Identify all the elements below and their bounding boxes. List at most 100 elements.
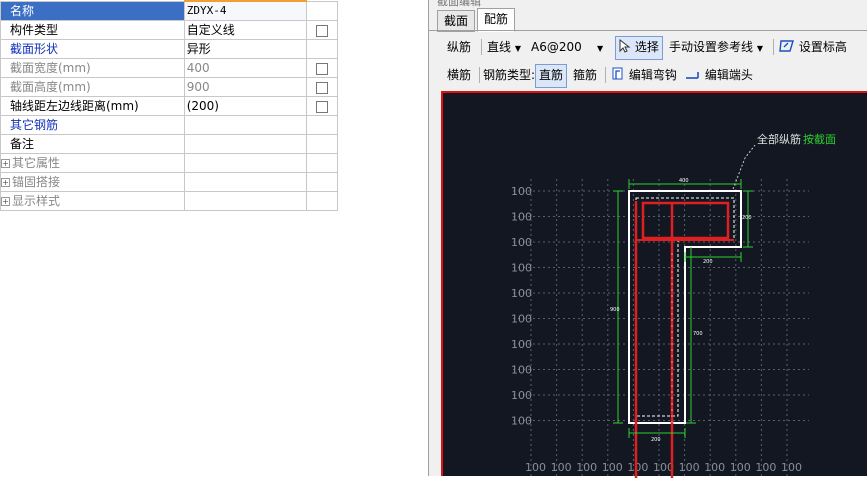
annotation-leader <box>732 144 756 190</box>
prop-label: 截面形状 <box>0 39 185 59</box>
prop-value <box>183 172 307 192</box>
grid-label: 100 <box>602 461 623 474</box>
prop-group-label: 其它属性 <box>12 156 61 170</box>
checkbox[interactable] <box>315 62 328 75</box>
annotation-by-section[interactable]: 按截面 <box>803 132 836 146</box>
tab-rebar[interactable]: 配筋 <box>477 8 516 32</box>
dimension-lines <box>613 179 753 438</box>
grid-label: 100 <box>511 236 532 249</box>
prop-group-label: 锚固搭接 <box>12 175 61 189</box>
prop-value[interactable]: (200) <box>183 96 307 116</box>
prop-value[interactable]: 900 <box>183 77 307 97</box>
cursor-icon <box>619 38 631 53</box>
expand-icon[interactable]: + <box>1 197 10 206</box>
set-elevation-label: 设置标高 <box>798 40 847 54</box>
prop-label: 轴线距左边线距离(mm) <box>0 96 185 116</box>
grid-label: 100 <box>679 461 700 474</box>
longitudinal-label: 纵筋 <box>447 40 472 54</box>
separator <box>481 39 482 55</box>
edit-end-label: 编辑端头 <box>704 68 753 82</box>
grid-label: 100 <box>755 461 776 474</box>
prop-group-display[interactable]: + 显示样式 <box>0 191 339 211</box>
prop-checkbox-cell[interactable] <box>305 96 339 116</box>
prop-value[interactable]: 自定义线 <box>183 20 307 40</box>
select-button[interactable]: 选择 <box>615 36 663 60</box>
checkbox[interactable] <box>315 24 328 37</box>
tab-divider <box>429 30 867 31</box>
grid-label: 100 <box>704 461 725 474</box>
grid-label: 100 <box>730 461 751 474</box>
elevation-icon <box>779 40 794 52</box>
prop-label: 构件类型 <box>0 20 185 40</box>
separator <box>605 67 606 83</box>
grid-label: 100 <box>511 338 532 351</box>
straight-rebar-button[interactable]: 直筋 <box>535 64 568 88</box>
grid-label: 100 <box>511 389 532 402</box>
expand-icon[interactable]: + <box>1 178 10 187</box>
toolbar-longitudinal: 纵筋 直线 ▼ A6@200 ▼ 选择 手动设置参考线 ▼ 设置标高 <box>439 36 867 60</box>
grid-label: 100 <box>576 461 597 474</box>
chevron-down-icon: ▼ <box>597 44 604 53</box>
grid-label: 100 <box>511 185 532 198</box>
grid-label: 100 <box>511 313 532 326</box>
edit-end-button[interactable]: 编辑端头 <box>685 64 753 86</box>
prop-check-cell <box>305 0 339 21</box>
prop-row-type[interactable]: 构件类型 自定义线 <box>0 20 339 40</box>
grid-labels: 100 100 100 100 100 100 100 100 100 100 100 100 100 1… <box>511 185 802 474</box>
prop-checkbox-cell[interactable] <box>305 77 339 97</box>
expand-icon[interactable]: + <box>1 159 10 168</box>
chevron-down-icon: ▼ <box>756 44 763 53</box>
mode-dropdown[interactable]: 直线 ▼ <box>487 36 521 58</box>
transverse-label: 横筋 <box>447 68 472 82</box>
prop-group-anchor[interactable]: + 锚固搭接 <box>0 172 339 192</box>
tab-section[interactable]: 截面 <box>437 10 476 32</box>
prop-row-name[interactable]: 名称 ZDYX-4 <box>0 0 339 21</box>
stirrup-top[interactable] <box>641 201 730 240</box>
edit-end-icon <box>686 72 699 79</box>
grid-label: 100 <box>627 461 648 474</box>
dim-notch-text: 200 <box>703 259 713 265</box>
grid-label: 100 <box>511 287 532 300</box>
checkbox[interactable] <box>315 81 328 94</box>
prop-check-cell <box>305 115 339 135</box>
prop-row-shape[interactable]: 截面形状 异形 <box>0 39 339 59</box>
prop-value[interactable]: 400 <box>183 58 307 78</box>
grid-label: 100 <box>511 364 532 377</box>
grid-label: 100 <box>511 262 532 275</box>
prop-value[interactable] <box>183 134 307 154</box>
section-drawing-canvas[interactable]: 100 100 100 100 100 100 100 100 100 100 100 100 100 1… <box>441 91 867 478</box>
prop-value-input[interactable]: ZDYX-4 <box>183 0 307 21</box>
prop-value <box>183 191 307 211</box>
checkbox[interactable] <box>315 100 328 113</box>
prop-group-label: 显示样式 <box>12 194 61 208</box>
prop-row-other-rebar[interactable]: 其它钢筋 <box>0 115 339 135</box>
spec-dropdown[interactable]: A6@200 ▼ <box>531 36 603 58</box>
prop-checkbox-cell[interactable] <box>305 58 339 78</box>
prop-row-remark[interactable]: 备注 <box>0 134 339 154</box>
grid-label: 100 <box>511 211 532 224</box>
prop-group-other-attrs[interactable]: + 其它属性 <box>0 153 339 173</box>
prop-row-width[interactable]: 截面宽度(mm) 400 <box>0 58 339 78</box>
prop-label: 截面宽度(mm) <box>0 58 185 78</box>
dimension-texts: 400 200 200 900 700 200 <box>610 178 752 443</box>
edit-hook-label: 编辑弯钩 <box>628 68 677 82</box>
stirrup-button[interactable]: 箍筋 <box>573 64 597 86</box>
prop-checkbox-cell[interactable] <box>305 20 339 40</box>
prop-row-height[interactable]: 截面高度(mm) 900 <box>0 77 339 97</box>
dim-right-text: 700 <box>693 331 703 337</box>
prop-value[interactable]: 异形 <box>183 39 307 59</box>
prop-check-cell <box>305 153 339 173</box>
grid-label: 100 <box>781 461 802 474</box>
prop-value[interactable] <box>183 115 307 135</box>
dim-top-text: 400 <box>679 178 689 184</box>
set-elevation-button[interactable]: 设置标高 <box>779 36 847 58</box>
prop-check-cell <box>305 39 339 59</box>
separator <box>773 39 774 55</box>
grid-label: 100 <box>511 415 532 428</box>
prop-row-axis-offset[interactable]: 轴线距左边线距离(mm) (200) <box>0 96 339 116</box>
manual-ref-dropdown[interactable]: 手动设置参考线 ▼ <box>669 36 763 58</box>
chevron-down-icon: ▼ <box>514 44 521 53</box>
edit-hook-button[interactable]: 编辑弯钩 <box>611 64 677 86</box>
dim-bottom-text: 200 <box>651 437 661 443</box>
select-label: 选择 <box>634 40 659 54</box>
